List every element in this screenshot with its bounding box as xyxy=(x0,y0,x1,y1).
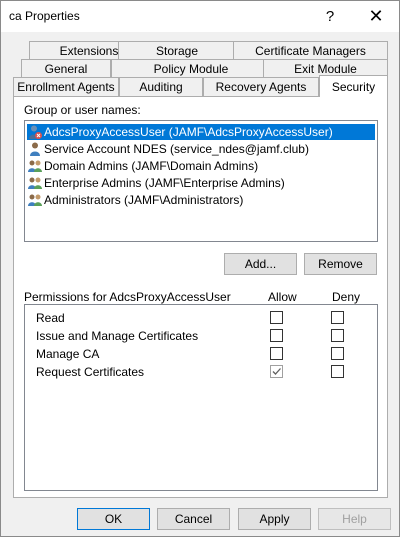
permission-name: Read xyxy=(36,311,65,325)
list-item-label: Domain Admins (JAMF\Domain Admins) xyxy=(44,159,259,173)
permission-name: Request Certificates xyxy=(36,365,145,379)
tab-security[interactable]: Security xyxy=(319,75,388,97)
security-panel: Group or user names: AdcsProxyAccessUser… xyxy=(13,96,388,498)
deny-checkbox[interactable] xyxy=(331,311,344,324)
tab-recovery-agents[interactable]: Recovery Agents xyxy=(203,77,319,96)
properties-dialog: ca Properties ? ✕ Extensions Storage Cer… xyxy=(0,0,400,537)
permission-row-manage-ca: Manage CA xyxy=(25,345,377,363)
tab-certificate-managers[interactable]: Certificate Managers xyxy=(233,41,388,60)
user-list[interactable]: AdcsProxyAccessUser (JAMF\AdcsProxyAcces… xyxy=(24,120,378,242)
tab-enrollment-agents[interactable]: Enrollment Agents xyxy=(13,77,119,96)
help-button[interactable]: Help xyxy=(318,508,391,530)
permission-row-read: Read xyxy=(25,309,377,327)
allow-checkbox[interactable] xyxy=(270,329,283,342)
permission-row-request-certificates: Request Certificates xyxy=(25,363,377,381)
title-bar[interactable]: ca Properties ? ✕ xyxy=(1,1,399,32)
help-icon[interactable]: ? xyxy=(307,1,353,32)
group-icon xyxy=(27,175,43,191)
list-item-label: Enterprise Admins (JAMF\Enterprise Admin… xyxy=(44,176,285,190)
list-item[interactable]: Enterprise Admins (JAMF\Enterprise Admin… xyxy=(27,175,375,191)
list-item-label: Administrators (JAMF\Administrators) xyxy=(44,193,244,207)
ok-button[interactable]: OK xyxy=(77,508,150,530)
cancel-button[interactable]: Cancel xyxy=(157,508,230,530)
group-icon xyxy=(27,158,43,174)
tab-auditing[interactable]: Auditing xyxy=(119,77,203,96)
list-item[interactable]: Administrators (JAMF\Administrators) xyxy=(27,192,375,208)
remove-button[interactable]: Remove xyxy=(304,253,377,275)
tab-general[interactable]: General xyxy=(21,59,111,78)
deny-header: Deny xyxy=(332,290,361,304)
permissions-list: Read Issue and Manage Certificates Manag… xyxy=(24,304,378,491)
apply-button[interactable]: Apply xyxy=(238,508,311,530)
tab-storage[interactable]: Storage xyxy=(118,41,236,60)
deny-checkbox[interactable] xyxy=(331,347,344,360)
user-icon xyxy=(27,141,43,157)
group-icon xyxy=(27,192,43,208)
permissions-label: Permissions for AdcsProxyAccessUser xyxy=(24,290,231,304)
list-item-label: Service Account NDES (service_ndes@jamf.… xyxy=(44,142,309,156)
permission-name: Manage CA xyxy=(36,347,100,361)
permission-name: Issue and Manage Certificates xyxy=(36,329,199,343)
list-item[interactable]: Service Account NDES (service_ndes@jamf.… xyxy=(27,141,375,157)
allow-checkbox-checked[interactable] xyxy=(270,365,283,378)
check-icon xyxy=(272,368,281,375)
deny-checkbox[interactable] xyxy=(331,329,344,342)
allow-header: Allow xyxy=(268,290,297,304)
user-icon xyxy=(27,124,43,140)
tab-policy-module[interactable]: Policy Module xyxy=(111,59,271,78)
add-button[interactable]: Add... xyxy=(224,253,297,275)
list-item[interactable]: AdcsProxyAccessUser (JAMF\AdcsProxyAcces… xyxy=(27,124,375,140)
close-icon[interactable]: ✕ xyxy=(353,1,399,32)
window-title: ca Properties xyxy=(9,9,80,23)
deny-checkbox[interactable] xyxy=(331,365,344,378)
list-item[interactable]: Domain Admins (JAMF\Domain Admins) xyxy=(27,158,375,174)
list-item-label: AdcsProxyAccessUser (JAMF\AdcsProxyAcces… xyxy=(44,125,333,139)
permission-row-issue-manage: Issue and Manage Certificates xyxy=(25,327,377,345)
group-or-user-names-label: Group or user names: xyxy=(24,103,141,117)
allow-checkbox[interactable] xyxy=(270,347,283,360)
allow-checkbox[interactable] xyxy=(270,311,283,324)
